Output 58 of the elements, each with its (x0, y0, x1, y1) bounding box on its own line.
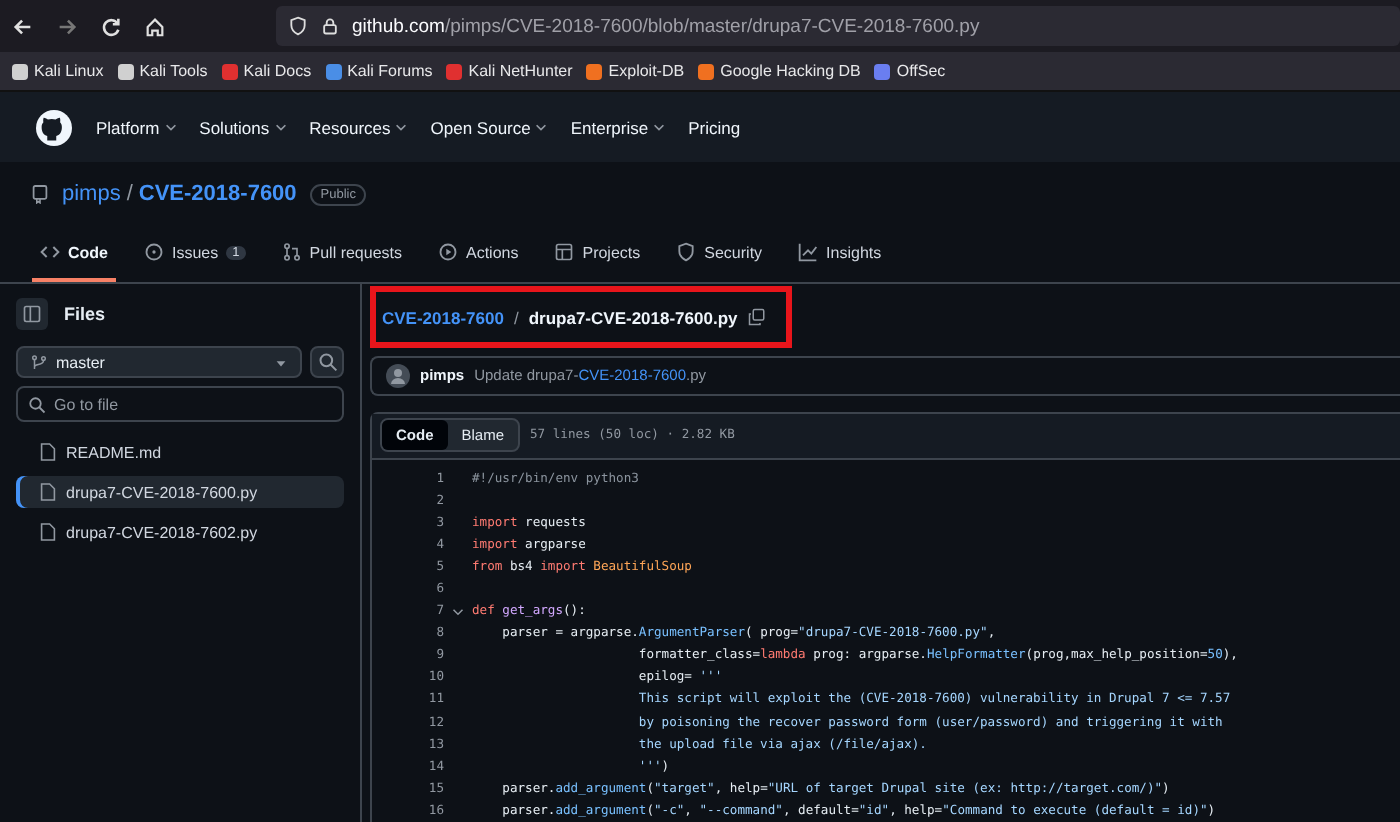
repo-tab[interactable]: Projects (546, 226, 649, 282)
avatar-icon (386, 363, 410, 388)
back-icon[interactable] (12, 15, 34, 37)
repo-tab[interactable]: Code (32, 226, 116, 282)
repo-tab[interactable]: Actions (430, 226, 527, 282)
file-tree-item[interactable]: drupa7-CVE-2018-7602.py (16, 516, 344, 548)
bookmark-link[interactable]: Kali Docs (221, 62, 312, 80)
nav-menu[interactable]: Pricing (688, 117, 741, 137)
caret-icon (274, 355, 288, 369)
bookmark-link[interactable]: Kali NetHunter (446, 62, 573, 80)
breadcrumb-repo-link[interactable]: CVE-2018-7600 (382, 307, 504, 328)
bookmark-link[interactable]: Kali Tools (117, 62, 208, 80)
issue-icon (144, 242, 164, 262)
file-tree-item[interactable]: README.md (16, 436, 344, 468)
shield-icon (676, 242, 697, 262)
nav-menu[interactable]: Resources (309, 117, 409, 137)
repo-tab[interactable]: Insights (790, 226, 890, 282)
pull-request-icon (281, 242, 302, 262)
chevron-down-icon[interactable] (452, 605, 464, 618)
copy-icon[interactable] (747, 308, 766, 327)
bookmark-link[interactable]: Kali Forums (325, 62, 433, 80)
files-title: Files (64, 304, 106, 324)
bookmark-link[interactable]: OffSec (874, 62, 946, 80)
branch-icon (30, 353, 48, 371)
bookmark-link[interactable]: Exploit-DB (586, 62, 685, 80)
repo-icon (32, 184, 48, 204)
file-name: drupa7-CVE-2018-7600.py (528, 307, 738, 328)
graph-icon (798, 242, 819, 262)
code-icon (40, 242, 60, 262)
search-button[interactable] (310, 346, 344, 378)
forward-icon[interactable] (56, 15, 78, 37)
file-tree-item[interactable]: drupa7-CVE-2018-7600.py (16, 476, 344, 508)
branch-select[interactable]: master (16, 346, 302, 378)
address-bar[interactable]: github.com/pimps/CVE-2018-7600/blob/master/drupa7-CVE-2018-7600.py (276, 6, 1400, 46)
breadcrumb-separator: / (513, 307, 519, 328)
search-icon (317, 352, 337, 372)
home-icon[interactable] (144, 15, 166, 37)
go-to-file-field[interactable]: Go to file (16, 386, 344, 422)
nav-menu[interactable]: Enterprise (570, 117, 667, 137)
url-text: github.com/pimps/CVE-2018-7600/blob/master/drupa7-CVE-2018-7600.py (352, 15, 980, 37)
repo-owner-link[interactable]: pimps (62, 182, 121, 206)
shield-icon (288, 16, 308, 36)
nav-menu[interactable]: Platform (96, 117, 178, 137)
reload-icon[interactable] (100, 15, 122, 37)
search-icon (28, 395, 46, 413)
lock-icon (320, 16, 340, 36)
table-icon (554, 242, 575, 262)
repo-name-link[interactable]: CVE-2018-7600 (138, 182, 297, 206)
repo-tab[interactable]: Security (668, 226, 771, 282)
bookmark-link[interactable]: Kali Linux (12, 62, 104, 80)
nav-menu[interactable]: Solutions (199, 117, 288, 137)
nav-menu[interactable]: Open Source (430, 117, 549, 137)
repo-tab[interactable]: Pull requests (273, 226, 410, 282)
path-separator: / (126, 182, 133, 206)
bookmark-link[interactable]: Google Hacking DB (698, 62, 861, 80)
sidebar-toggle-icon[interactable] (16, 298, 48, 330)
play-icon (438, 242, 458, 262)
octocat-logo-icon[interactable] (36, 109, 72, 145)
